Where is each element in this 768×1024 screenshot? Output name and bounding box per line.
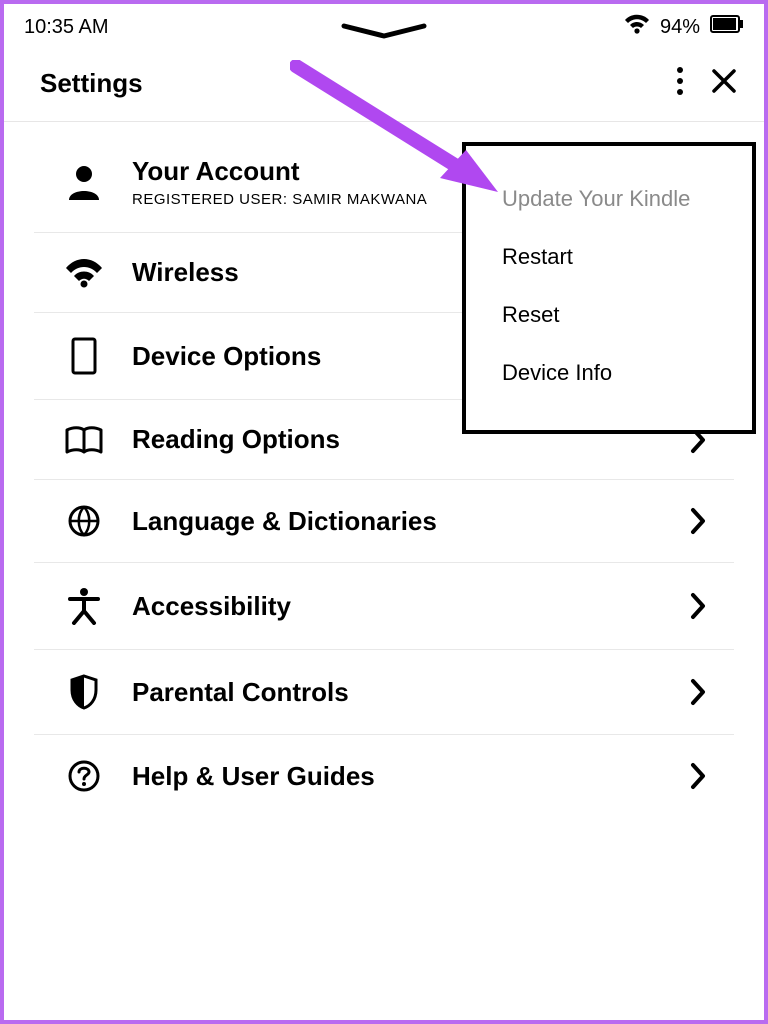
row-parental-controls[interactable]: Parental Controls [34,650,734,735]
status-right: 94% [624,14,744,40]
row-label: Help & User Guides [132,761,644,792]
wifi-large-icon [62,258,106,288]
battery-text: 94% [660,16,700,39]
chevron-right-icon [670,678,706,706]
battery-icon [710,15,744,39]
tablet-icon [62,337,106,375]
row-label: Accessibility [132,591,644,622]
page-title: Settings [40,68,676,99]
more-menu-button[interactable] [676,66,684,101]
accessibility-icon [62,587,106,625]
shield-icon [62,674,106,710]
menu-item-update-kindle: Update Your Kindle [466,170,752,228]
row-language[interactable]: Language & Dictionaries [34,480,734,563]
overflow-menu-popup: Update Your Kindle Restart Reset Device … [462,142,756,434]
row-label: Parental Controls [132,677,644,708]
book-icon [62,425,106,455]
row-help[interactable]: Help & User Guides [34,735,734,817]
chevron-right-icon [670,762,706,790]
clock-text: 10:35 AM [24,16,109,39]
row-label: Language & Dictionaries [132,506,644,537]
chevron-right-icon [670,507,706,535]
help-icon [62,759,106,793]
close-button[interactable] [710,67,738,100]
menu-item-reset[interactable]: Reset [466,286,752,344]
menu-item-restart[interactable]: Restart [466,228,752,286]
chevron-right-icon [670,592,706,620]
settings-header: Settings [4,48,764,122]
globe-icon [62,504,106,538]
wifi-icon [624,14,650,40]
menu-item-device-info[interactable]: Device Info [466,344,752,402]
row-accessibility[interactable]: Accessibility [34,563,734,650]
person-icon [62,164,106,200]
screen-frame: 10:35 AM 94% Settings [0,0,768,1024]
